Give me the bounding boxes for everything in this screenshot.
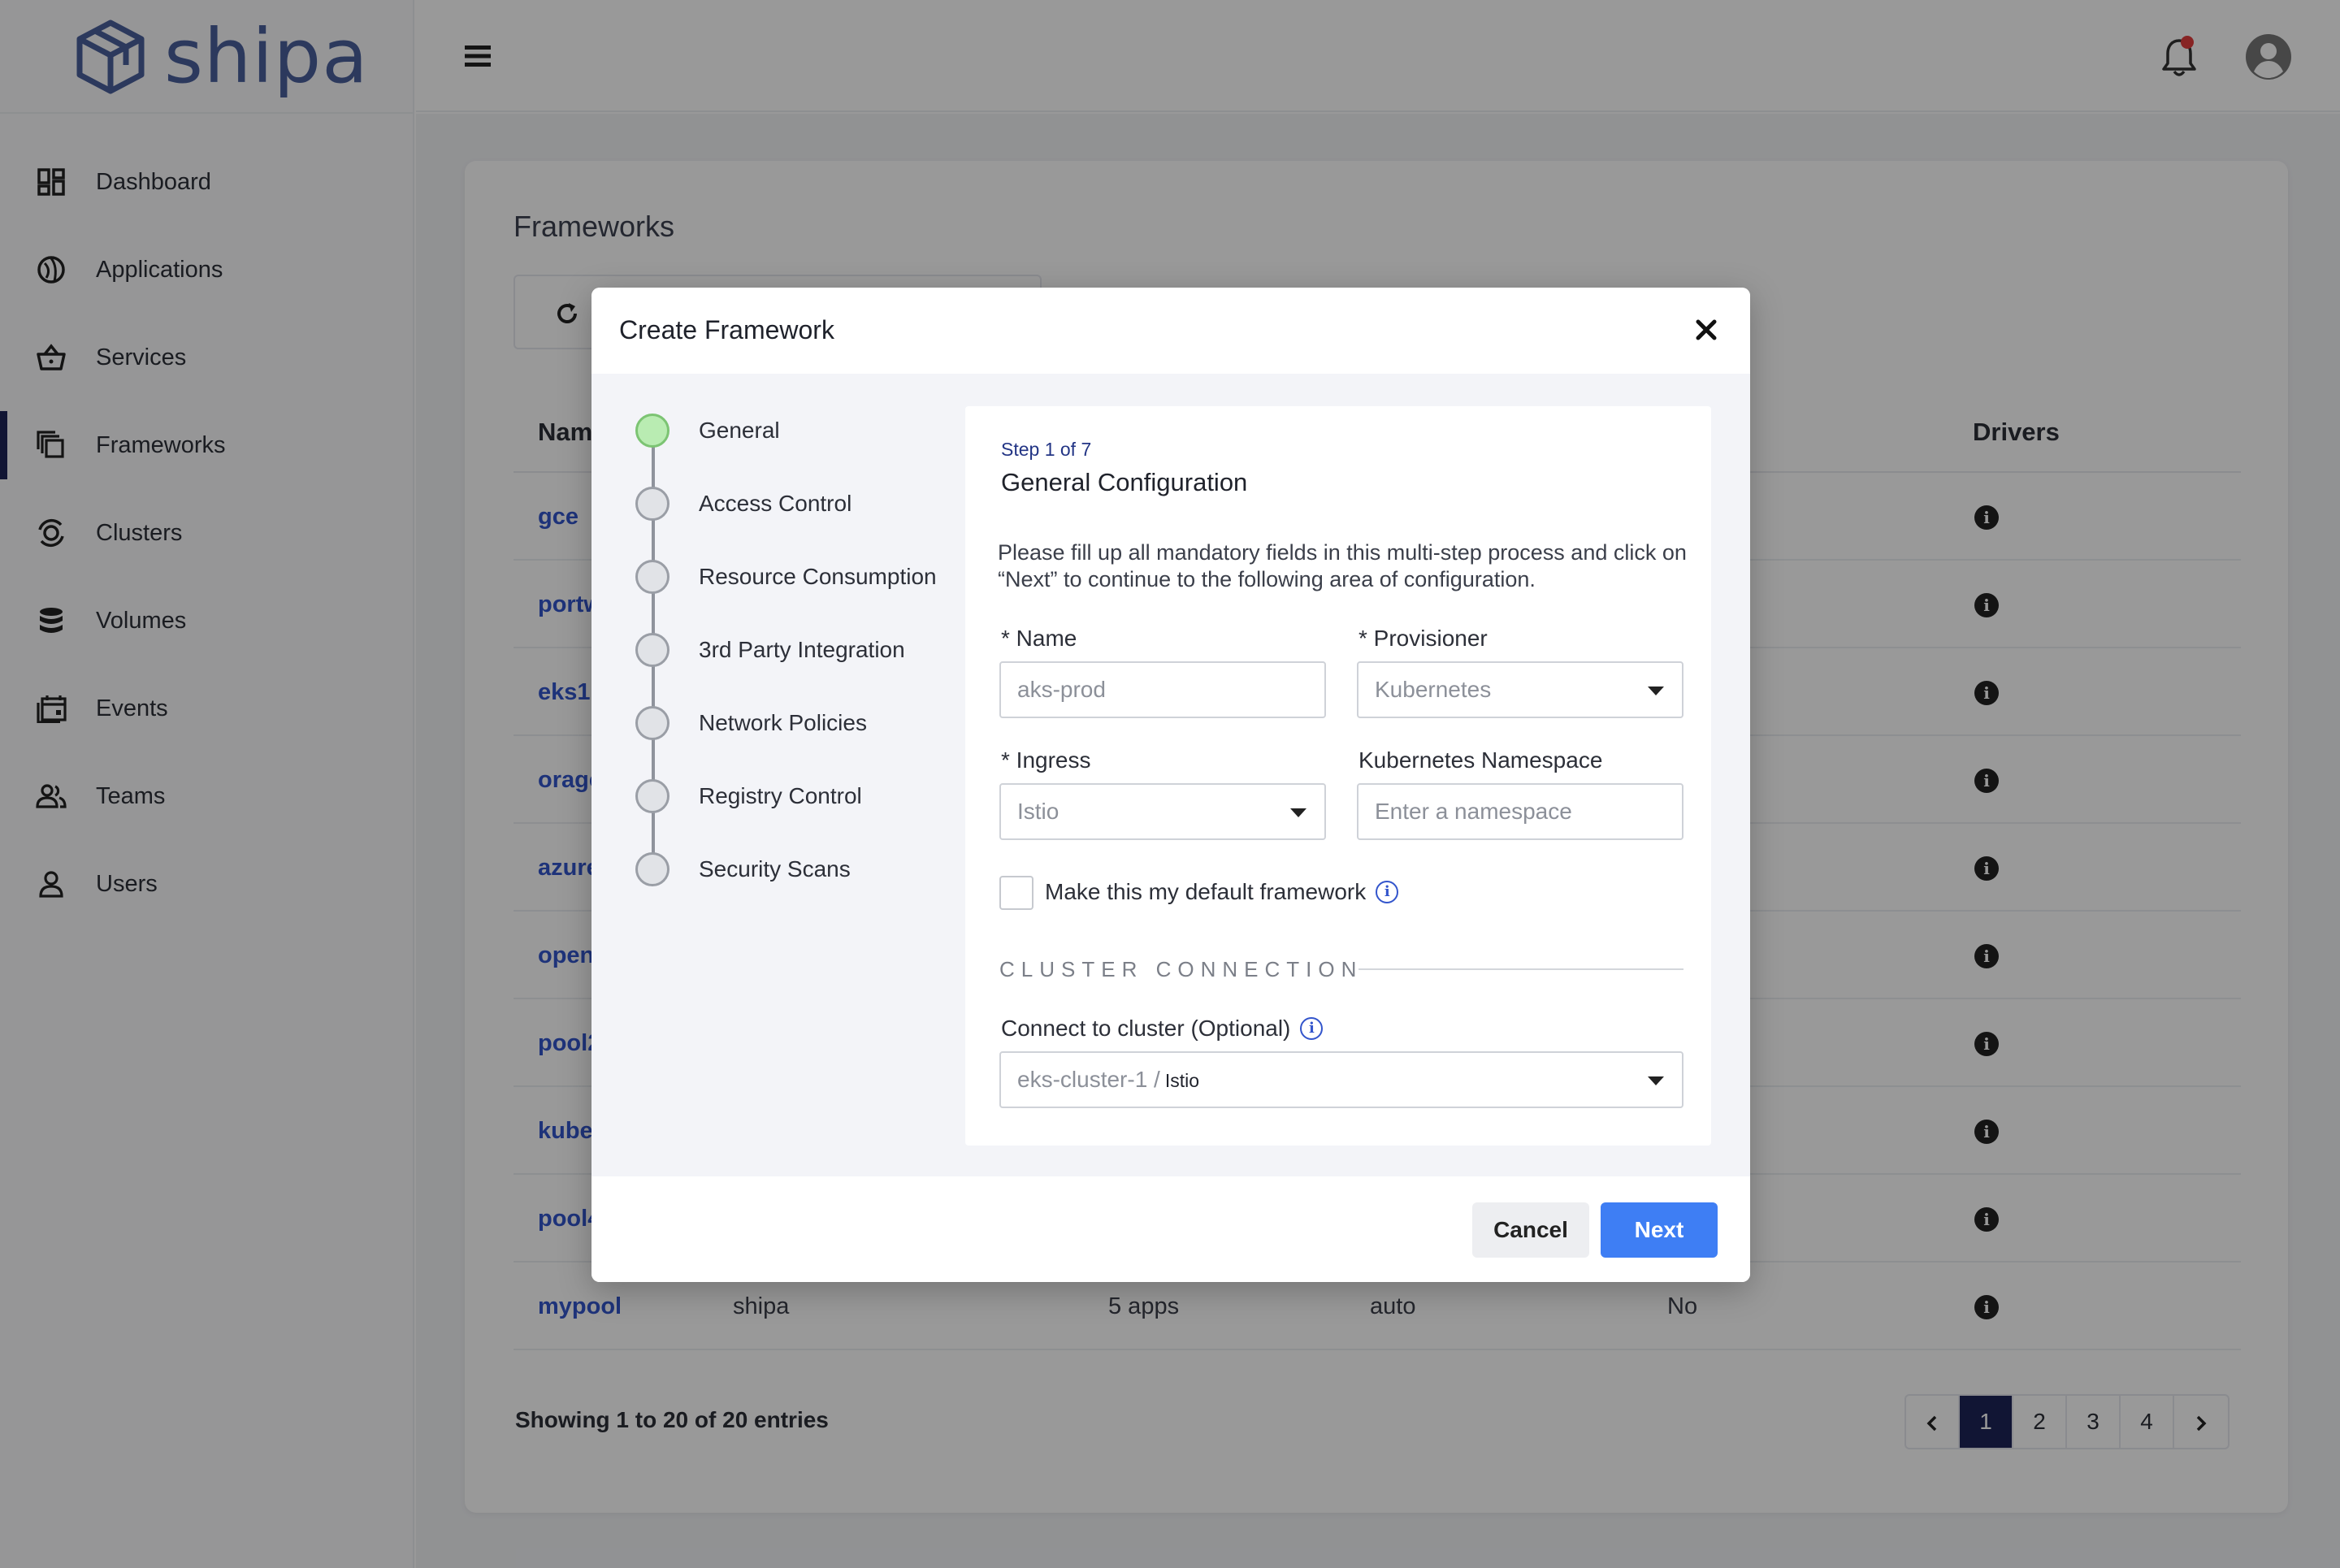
modal-footer: Cancel Next (592, 1176, 1750, 1282)
ingress-select[interactable]: Istio (999, 783, 1326, 840)
step-indicator (635, 779, 670, 813)
namespace-label: Kubernetes Namespace (1358, 747, 1603, 773)
step-label: 3rd Party Integration (699, 637, 905, 662)
step-network-policies[interactable]: Network Policies (635, 705, 867, 741)
step-general[interactable]: General (635, 413, 780, 448)
form-title: General Configuration (1001, 468, 1248, 496)
cancel-button[interactable]: Cancel (1472, 1202, 1589, 1258)
provisioner-value: Kubernetes (1375, 677, 1492, 702)
step-indicator (635, 852, 670, 886)
step-third-party-integration[interactable]: 3rd Party Integration (635, 632, 905, 668)
next-button[interactable]: Next (1601, 1202, 1718, 1258)
name-placeholder: aks-prod (1017, 677, 1106, 702)
cluster-value: eks-cluster-1 / (1017, 1067, 1160, 1092)
step-label: General (699, 418, 780, 443)
ingress-label: * Ingress (1001, 747, 1091, 773)
default-framework-text: Make this my default framework (1045, 879, 1367, 904)
create-framework-modal: Create Framework General Access Control … (592, 288, 1750, 1282)
cluster-select[interactable]: eks-cluster-1 /Istio (999, 1051, 1684, 1108)
cluster-connection-heading: CLUSTER CONNECTION (999, 957, 1363, 981)
close-icon[interactable] (1690, 314, 1722, 346)
step-indicator (635, 487, 670, 521)
step-label: Registry Control (699, 783, 862, 808)
info-icon[interactable]: i (1376, 881, 1399, 903)
name-label: * Name (1001, 626, 1077, 651)
form-description: Please fill up all mandatory fields in t… (998, 540, 1687, 591)
provisioner-label: * Provisioner (1358, 626, 1488, 651)
cluster-ingress-value: Istio (1164, 1070, 1200, 1091)
step-indicator (635, 706, 670, 740)
step-resource-consumption[interactable]: Resource Consumption (635, 559, 937, 595)
step-access-control[interactable]: Access Control (635, 486, 852, 522)
default-framework-label: Make this my default framework i (1045, 879, 1399, 905)
step-label: Resource Consumption (699, 564, 937, 589)
step-label: Network Policies (699, 710, 867, 735)
info-icon[interactable]: i (1300, 1017, 1324, 1040)
cluster-label: Connect to cluster (Optional) i (1001, 1016, 1324, 1042)
ingress-value: Istio (1017, 799, 1060, 824)
step-label: Security Scans (699, 856, 851, 881)
chevron-down-icon (1648, 687, 1664, 695)
section-divider (1358, 968, 1684, 970)
chevron-down-icon (1648, 1076, 1664, 1085)
provisioner-select[interactable]: Kubernetes (1357, 661, 1684, 718)
namespace-placeholder: Enter a namespace (1375, 799, 1572, 824)
step-indicator (635, 414, 670, 448)
cluster-label-text: Connect to cluster (Optional) (1001, 1016, 1291, 1041)
general-configuration-form: Step 1 of 7 General Configuration Please… (965, 406, 1711, 1146)
chevron-down-icon (1290, 808, 1306, 817)
step-security-scans[interactable]: Security Scans (635, 851, 851, 887)
step-indicator (635, 633, 670, 667)
step-indicator (635, 560, 670, 594)
step-label: Access Control (699, 491, 852, 516)
modal-body: General Access Control Resource Consumpt… (592, 374, 1750, 1186)
name-input[interactable]: aks-prod (999, 661, 1326, 718)
step-registry-control[interactable]: Registry Control (635, 778, 862, 814)
default-framework-checkbox[interactable] (999, 876, 1034, 910)
modal-header: Create Framework (592, 288, 1750, 374)
step-counter: Step 1 of 7 (1001, 439, 1092, 460)
modal-title: Create Framework (619, 315, 834, 344)
namespace-input[interactable]: Enter a namespace (1357, 783, 1684, 840)
